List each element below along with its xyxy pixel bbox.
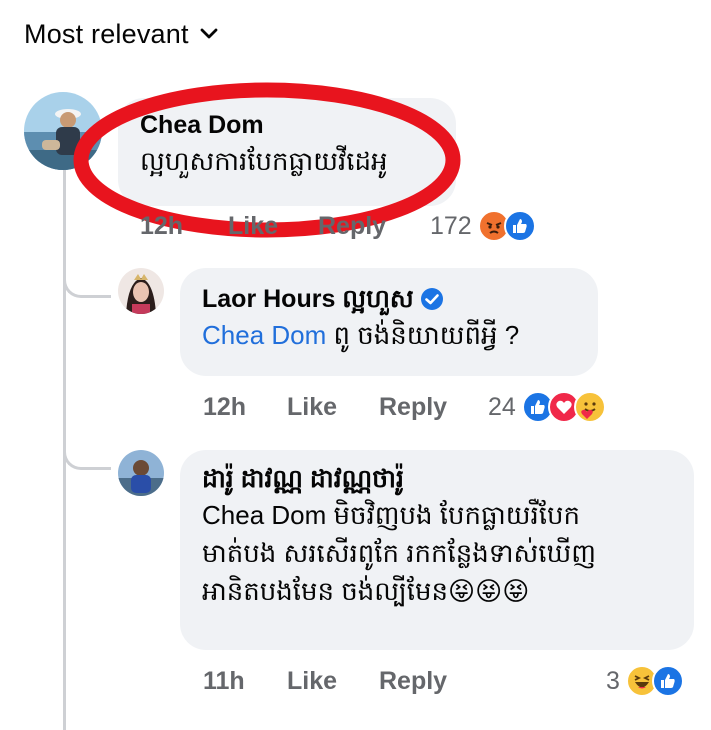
mention-text[interactable]: Chea Dom: [202, 500, 326, 530]
like-button[interactable]: Like: [287, 667, 379, 696]
comment-actions: 12h Like Reply: [140, 208, 386, 244]
comment-author[interactable]: ដារ៉ូ ដាវណ្ណ ដាវណ្ណថារ៉ូ: [202, 462, 672, 496]
reaction-summary[interactable]: 3: [606, 662, 684, 700]
comment-bubble: ដារ៉ូ ដាវណ្ណ ដាវណ្ណថារ៉ូ Chea Dom មិចវិញ…: [180, 450, 694, 650]
reaction-count: 3: [606, 666, 620, 695]
chevron-down-icon: [200, 28, 218, 39]
reaction-count: 24: [488, 392, 516, 421]
like-button[interactable]: Like: [287, 393, 379, 422]
reaction-count: 172: [430, 211, 472, 240]
like-icon: [651, 665, 684, 697]
avatar[interactable]: [118, 268, 164, 314]
reply-button[interactable]: Reply: [318, 212, 386, 241]
comment-time[interactable]: 11h: [203, 667, 287, 696]
reply-connector: [63, 430, 111, 470]
verified-badge-icon: [420, 288, 443, 310]
comment-text-line: មិចវិញបង បែកធ្លាយរឺបែក: [326, 500, 581, 530]
comment-author[interactable]: Laor Hours ល្អហួស: [202, 282, 414, 316]
like-button[interactable]: Like: [228, 212, 318, 241]
comment-actions: 12h Like Reply: [203, 388, 447, 426]
reaction-summary[interactable]: 172: [430, 208, 536, 244]
comment-text-line: អានិតបងមែន ចង់ល្បីមែន😝😝😝: [202, 576, 530, 606]
reply-button[interactable]: Reply: [379, 393, 447, 422]
sort-dropdown[interactable]: Most relevant: [24, 14, 219, 54]
comment-time[interactable]: 12h: [203, 393, 287, 422]
reaction-summary[interactable]: 24: [488, 388, 606, 426]
comment-actions: 11h Like Reply: [203, 662, 447, 700]
reply-connector: [63, 258, 111, 298]
reply-button[interactable]: Reply: [379, 667, 447, 696]
sort-label: Most relevant: [24, 18, 189, 49]
mention-link[interactable]: Chea Dom: [202, 320, 326, 350]
like-icon: [503, 210, 536, 242]
comment-bubble: Laor Hours ល្អហួស Chea Dom ពូ ចង់និយាយពី…: [180, 268, 598, 376]
comment-text-line: មាត់បង សរសើរពូកែ រកកន្លែងទាស់ឃើញ: [202, 538, 597, 568]
care-icon: [573, 391, 606, 423]
comment-text: ពូ ចង់និយាយពីអ្វី ?: [326, 320, 520, 350]
avatar[interactable]: [118, 450, 164, 496]
comment-time[interactable]: 12h: [140, 212, 228, 241]
